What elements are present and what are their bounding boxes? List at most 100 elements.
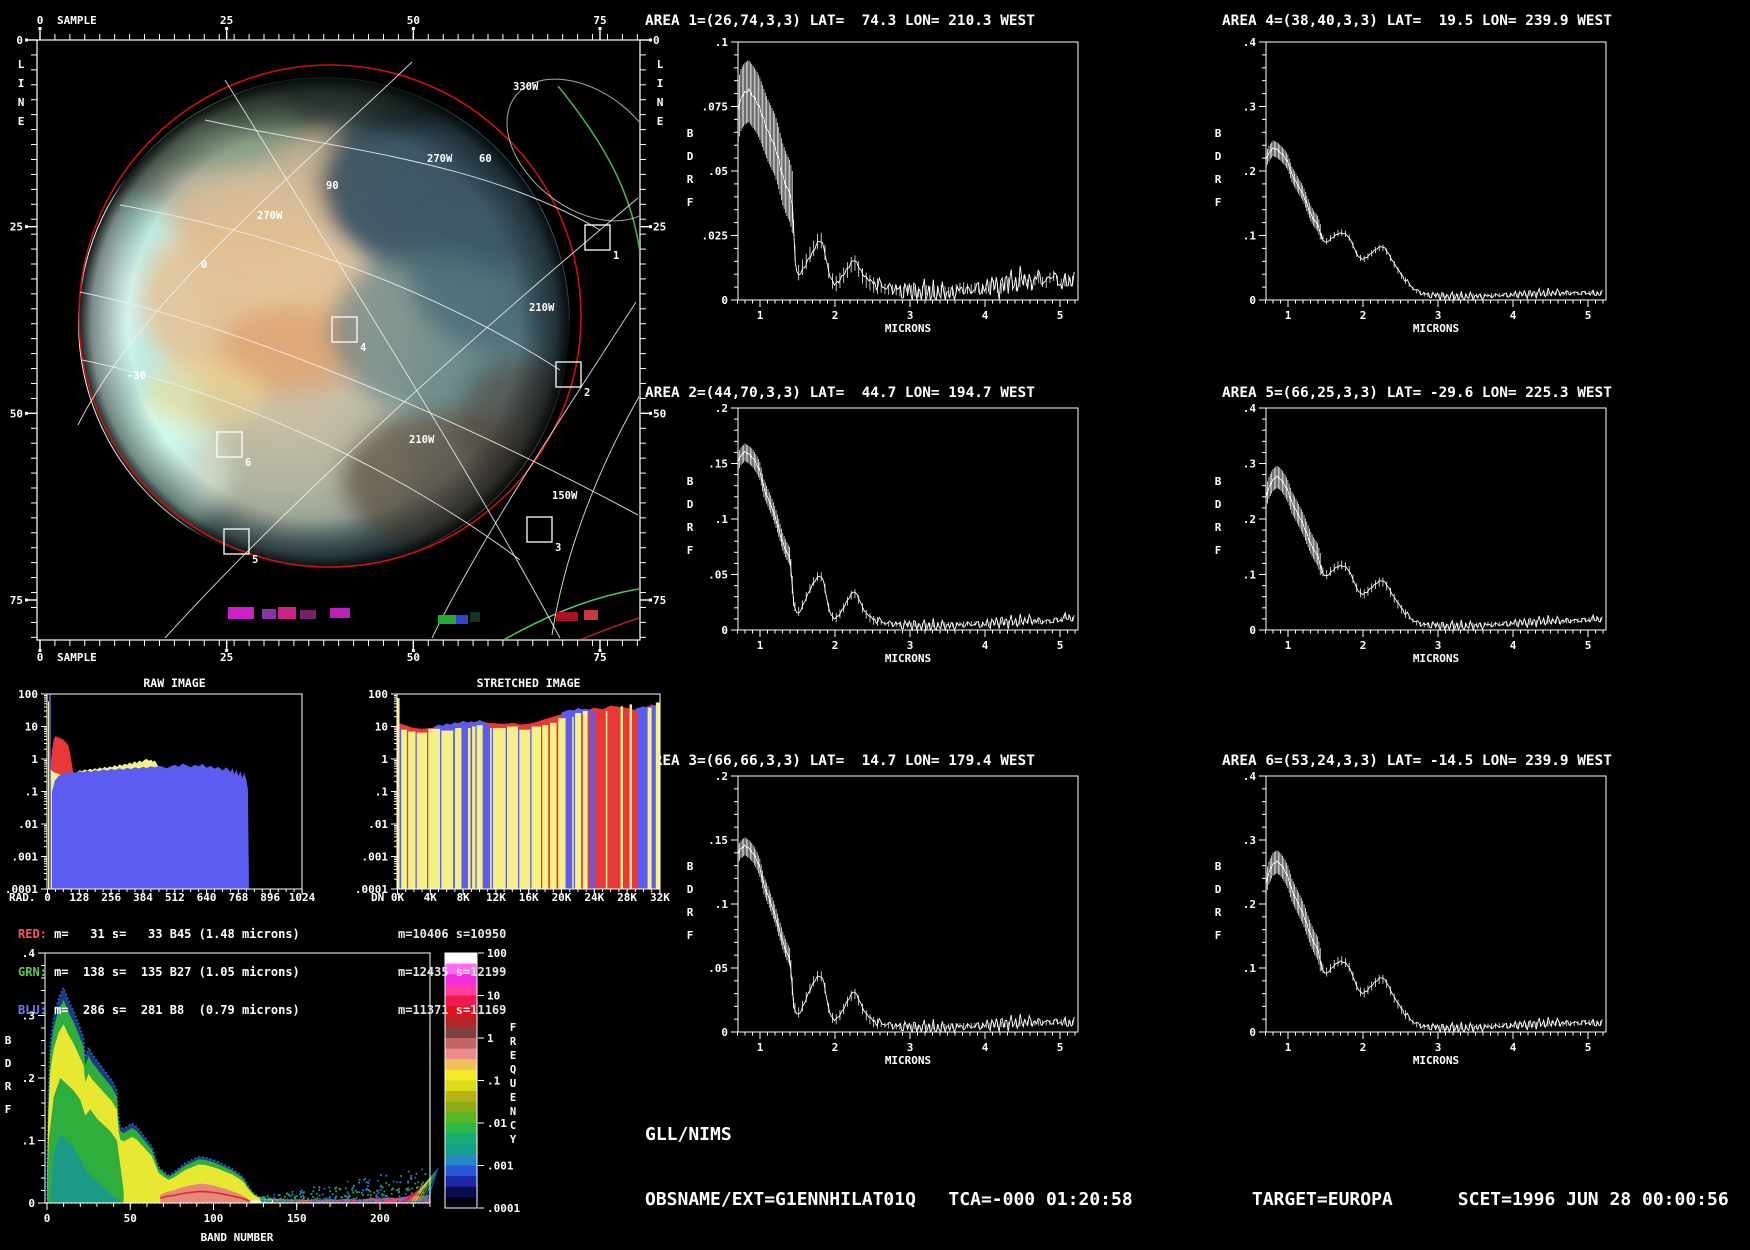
svg-text:3: 3 bbox=[1435, 309, 1442, 322]
svg-text:25: 25 bbox=[10, 221, 23, 234]
svg-text:75: 75 bbox=[10, 594, 23, 607]
svg-text:B: B bbox=[1215, 860, 1222, 873]
svg-text:0: 0 bbox=[1249, 624, 1256, 637]
svg-text:F: F bbox=[1215, 196, 1222, 209]
area6-spectrum-plot: .4 .3 .2 .1 0 1 2 3 4 5 MICRONS BDRF AREA 6=(53,24,3… bbox=[1215, 753, 1613, 1067]
svg-text:100: 100 bbox=[368, 688, 388, 701]
svg-text:AREA 2=(44,70,3,3) LAT= 44.7: AREA 2=(44,70,3,3) LAT= 44.7 LON= 194.7 … bbox=[645, 385, 1035, 401]
svg-text:5: 5 bbox=[1057, 639, 1064, 652]
svg-text:C: C bbox=[510, 1120, 516, 1132]
svg-text:.4: .4 bbox=[1243, 36, 1257, 49]
svg-text:R: R bbox=[1215, 173, 1222, 186]
svg-text:10: 10 bbox=[375, 721, 388, 734]
svg-text:200: 200 bbox=[370, 1212, 390, 1225]
svg-text:5: 5 bbox=[1057, 1041, 1064, 1054]
svg-text:150: 150 bbox=[287, 1212, 307, 1225]
svg-text:0: 0 bbox=[653, 34, 660, 47]
svg-text:2: 2 bbox=[832, 309, 839, 322]
svg-text:100: 100 bbox=[204, 1212, 224, 1225]
svg-text:.1: .1 bbox=[1243, 569, 1257, 582]
svg-text:25: 25 bbox=[653, 221, 666, 234]
svg-text:1: 1 bbox=[1285, 639, 1292, 652]
svg-text:.2: .2 bbox=[22, 1072, 35, 1085]
svg-text:B: B bbox=[5, 1034, 12, 1047]
svg-text:210W: 210W bbox=[409, 434, 435, 446]
svg-text:60: 60 bbox=[479, 153, 492, 165]
svg-text:B: B bbox=[687, 127, 694, 140]
svg-text:R: R bbox=[687, 521, 694, 534]
svg-text:B: B bbox=[687, 860, 694, 873]
svg-text:50: 50 bbox=[124, 1212, 137, 1225]
svg-text:10: 10 bbox=[25, 721, 38, 734]
raw-image-histogram: 100101.1.01.001.0001RAW IMAGERAD. 0 128 256… bbox=[5, 676, 316, 904]
svg-text:1: 1 bbox=[757, 1041, 764, 1054]
svg-text:50: 50 bbox=[407, 651, 420, 664]
svg-text:B: B bbox=[687, 475, 694, 488]
area-box-3: 3 bbox=[526, 516, 561, 554]
green-channel-label: GRN: bbox=[18, 964, 47, 979]
svg-text:-30: -30 bbox=[127, 370, 146, 382]
svg-text:25: 25 bbox=[220, 651, 233, 664]
svg-text:50: 50 bbox=[653, 407, 666, 420]
svg-text:.1: .1 bbox=[487, 1075, 501, 1088]
svg-text:.01: .01 bbox=[18, 818, 38, 831]
svg-text:3: 3 bbox=[907, 309, 914, 322]
svg-text:75: 75 bbox=[593, 651, 606, 664]
planet-image-panel: 330W 270W 60 90 270W 0 210W -30 210W 150W 1 2 3 4 5 6 bbox=[36, 39, 641, 641]
svg-text:32K: 32K bbox=[650, 891, 670, 904]
svg-text:0: 0 bbox=[1249, 1026, 1256, 1039]
svg-text:.1: .1 bbox=[715, 36, 729, 49]
svg-text:.05: .05 bbox=[708, 569, 728, 582]
svg-text:E: E bbox=[510, 1092, 516, 1104]
svg-text:.3: .3 bbox=[1243, 458, 1256, 471]
svg-text:20K: 20K bbox=[552, 891, 572, 904]
svg-text:4: 4 bbox=[982, 309, 989, 322]
svg-text:.3: .3 bbox=[1243, 834, 1256, 847]
svg-text:.2: .2 bbox=[1243, 513, 1256, 526]
svg-text:5: 5 bbox=[1585, 309, 1592, 322]
red-channel-label: RED: bbox=[18, 926, 47, 941]
svg-text:50: 50 bbox=[407, 14, 420, 27]
svg-text:AREA 4=(38,40,3,3) LAT= 19.5: AREA 4=(38,40,3,3) LAT= 19.5 LON= 239.9 … bbox=[1222, 13, 1612, 29]
svg-text:.2: .2 bbox=[715, 402, 728, 415]
svg-text:R: R bbox=[1215, 521, 1222, 534]
svg-text:0: 0 bbox=[721, 624, 728, 637]
svg-text:L: L bbox=[657, 58, 664, 71]
svg-text:E: E bbox=[510, 1050, 516, 1062]
svg-text:D: D bbox=[687, 498, 694, 511]
svg-text:BAND NUMBER: BAND NUMBER bbox=[201, 1231, 274, 1244]
svg-text:.1: .1 bbox=[715, 513, 729, 526]
area3-spectrum-plot: .2 .15 .1 .05 0 1 2 3 4 5 MICRONS BDRF AREA 3=(66,66… bbox=[645, 753, 1079, 1067]
svg-text:.2: .2 bbox=[1243, 898, 1256, 911]
svg-text:F: F bbox=[1215, 929, 1222, 942]
svg-text:.1: .1 bbox=[1243, 230, 1257, 243]
svg-text:.2: .2 bbox=[715, 770, 728, 783]
svg-text:4: 4 bbox=[982, 639, 989, 652]
svg-text:330W: 330W bbox=[513, 81, 539, 93]
area-box-1: 1 bbox=[584, 224, 619, 262]
svg-text:0: 0 bbox=[1249, 294, 1256, 307]
svg-text:25: 25 bbox=[220, 14, 233, 27]
svg-text:D: D bbox=[5, 1057, 12, 1070]
svg-text:.1: .1 bbox=[375, 786, 389, 799]
svg-text:0: 0 bbox=[28, 1197, 35, 1210]
svg-text:F: F bbox=[687, 544, 694, 557]
svg-text:.3: .3 bbox=[1243, 101, 1256, 114]
svg-text:U: U bbox=[510, 1078, 516, 1090]
svg-text:1: 1 bbox=[1285, 309, 1292, 322]
svg-text:4: 4 bbox=[1510, 639, 1517, 652]
blue-channel-stats: BLU: m= 286 s= 281 B8 (0.79 microns) bbox=[18, 1003, 300, 1018]
svg-text:4: 4 bbox=[1510, 1041, 1517, 1054]
svg-text:.01: .01 bbox=[487, 1117, 507, 1130]
svg-text:.075: .075 bbox=[702, 101, 729, 114]
svg-text:E: E bbox=[657, 115, 664, 128]
svg-text:.1: .1 bbox=[25, 786, 39, 799]
svg-text:.15: .15 bbox=[708, 458, 728, 471]
svg-text:B: B bbox=[1215, 127, 1222, 140]
svg-text:E: E bbox=[18, 115, 25, 128]
svg-text:1: 1 bbox=[757, 309, 764, 322]
svg-text:.001: .001 bbox=[487, 1160, 514, 1173]
stretched-stat-line: m=10406 s=10950 bbox=[398, 926, 507, 941]
svg-text:F: F bbox=[5, 1103, 12, 1116]
svg-text:.15: .15 bbox=[708, 834, 728, 847]
